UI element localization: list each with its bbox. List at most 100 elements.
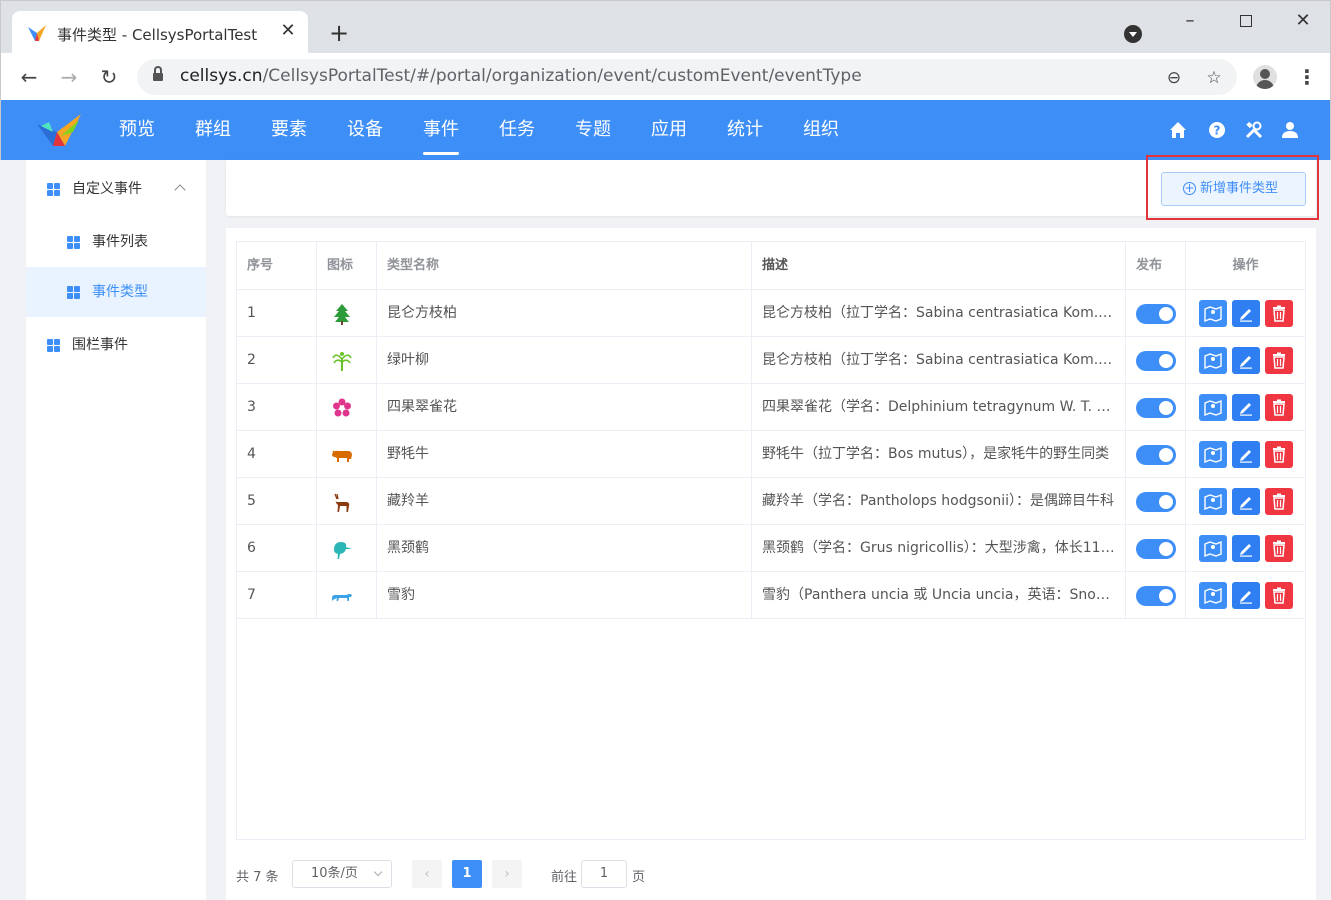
- map-location-button[interactable]: [1199, 488, 1227, 515]
- forward-icon[interactable]: →: [57, 65, 81, 89]
- new-tab-icon[interactable]: +: [327, 21, 351, 45]
- zoom-icon[interactable]: ⊖: [1163, 67, 1185, 89]
- maximize-icon[interactable]: [1232, 9, 1260, 33]
- row-desc: 四果翠雀花（学名：Delphinium tetragynum W. T. Wan…: [752, 384, 1126, 431]
- nav-topic[interactable]: 专题: [555, 100, 631, 160]
- bookmark-star-icon[interactable]: ☆: [1203, 67, 1225, 89]
- url-field[interactable]: cellsys.cn/CellsysPortalTest/#/portal/or…: [137, 59, 1237, 95]
- map-location-button[interactable]: [1199, 441, 1227, 468]
- svg-text:?: ?: [1214, 124, 1221, 138]
- row-index: 6: [237, 525, 317, 572]
- page-size-value: 10条/页: [311, 866, 358, 881]
- map-location-button[interactable]: [1199, 300, 1227, 327]
- browser-tab[interactable]: 事件类型 - CellsysPortalTest ✕: [12, 11, 308, 54]
- tools-icon[interactable]: [1244, 120, 1264, 140]
- sidebar-group-label: 围栏事件: [72, 337, 128, 353]
- actions-cell: [1186, 572, 1305, 619]
- nav-org[interactable]: 组织: [783, 100, 859, 160]
- browser-menu-icon[interactable]: ⋮: [1297, 65, 1317, 89]
- edit-button[interactable]: [1232, 488, 1260, 515]
- goto-label: 前往: [551, 870, 578, 885]
- edit-button[interactable]: [1232, 394, 1260, 421]
- delete-button[interactable]: [1265, 582, 1293, 609]
- grid-icon: [67, 236, 80, 249]
- window-close-icon[interactable]: ✕: [1289, 9, 1317, 33]
- nav-stats[interactable]: 统计: [707, 100, 783, 160]
- publish-cell: [1126, 431, 1186, 478]
- edit-button[interactable]: [1232, 300, 1260, 327]
- row-desc: 昆仑方枝柏（拉丁学名：Sabina centrasiatica Kom.）是柏科…: [752, 337, 1126, 384]
- column-header: 操作: [1232, 258, 1259, 273]
- home-icon[interactable]: [1168, 120, 1188, 140]
- goto-page-input[interactable]: 1: [581, 860, 627, 888]
- column-header: 序号: [237, 242, 317, 290]
- sidebar-group-fence-event[interactable]: 围栏事件: [26, 320, 206, 370]
- pagination-total: 共 7 条: [236, 870, 279, 885]
- table-row: 6 黑颈鹤 黑颈鹤（学名：Grus nigricollis）：大型涉禽，体长11…: [237, 525, 1305, 572]
- edit-button[interactable]: [1232, 535, 1260, 562]
- yak-icon: [332, 450, 352, 462]
- nav-task[interactable]: 任务: [479, 100, 555, 160]
- edit-button[interactable]: [1232, 582, 1260, 609]
- main-nav: 预览 群组 要素 设备 事件 任务 专题 应用 统计 组织: [99, 100, 859, 160]
- column-header: 发布: [1126, 242, 1186, 290]
- delete-button[interactable]: [1265, 300, 1293, 327]
- sidebar: 自定义事件 事件列表 事件类型 围栏事件: [26, 160, 206, 900]
- download-icon[interactable]: [1124, 25, 1142, 43]
- map-location-button[interactable]: [1199, 394, 1227, 421]
- map-location-button[interactable]: [1199, 535, 1227, 562]
- page-number-current[interactable]: 1: [452, 860, 482, 888]
- row-name: 昆仑方枝柏: [377, 290, 752, 337]
- publish-cell: [1126, 572, 1186, 619]
- map-location-button[interactable]: [1199, 582, 1227, 609]
- publish-toggle[interactable]: [1136, 586, 1176, 606]
- nav-preview[interactable]: 预览: [99, 100, 175, 160]
- profile-avatar-icon[interactable]: [1253, 65, 1277, 89]
- publish-toggle[interactable]: [1136, 351, 1176, 371]
- page-suffix-label: 页: [632, 870, 646, 885]
- next-page-button[interactable]: ›: [492, 860, 522, 888]
- publish-toggle[interactable]: [1136, 539, 1176, 559]
- help-icon[interactable]: ?: [1207, 120, 1227, 140]
- publish-toggle[interactable]: [1136, 492, 1176, 512]
- nav-app[interactable]: 应用: [631, 100, 707, 160]
- app-logo: [37, 114, 81, 146]
- flower-icon: [333, 398, 351, 417]
- back-icon[interactable]: ←: [17, 65, 41, 89]
- row-icon-cell: [317, 337, 377, 384]
- publish-cell: [1126, 478, 1186, 525]
- row-desc: 藏羚羊（学名：Pantholops hodgsonii）：是偶蹄目牛科: [752, 478, 1126, 525]
- sidebar-item-event-type[interactable]: 事件类型: [26, 267, 206, 317]
- nav-device[interactable]: 设备: [327, 100, 403, 160]
- prev-page-button[interactable]: ‹: [412, 860, 442, 888]
- row-name: 雪豹: [377, 572, 752, 619]
- tab-close-icon[interactable]: ✕: [278, 21, 298, 41]
- nav-event[interactable]: 事件: [403, 100, 479, 160]
- row-index: 5: [237, 478, 317, 525]
- nav-element[interactable]: 要素: [251, 100, 327, 160]
- publish-toggle[interactable]: [1136, 398, 1176, 418]
- delete-button[interactable]: [1265, 347, 1293, 374]
- column-header: 描述: [752, 242, 1126, 290]
- edit-button[interactable]: [1232, 347, 1260, 374]
- edit-button[interactable]: [1232, 441, 1260, 468]
- sidebar-item-event-list[interactable]: 事件列表: [26, 217, 206, 267]
- delete-button[interactable]: [1265, 441, 1293, 468]
- delete-button[interactable]: [1265, 394, 1293, 421]
- nav-group[interactable]: 群组: [175, 100, 251, 160]
- sidebar-group-custom-event[interactable]: 自定义事件: [26, 164, 206, 214]
- delete-button[interactable]: [1265, 488, 1293, 515]
- minimize-icon[interactable]: –: [1176, 9, 1204, 33]
- site-favicon-icon: [28, 25, 46, 41]
- user-icon[interactable]: [1280, 120, 1300, 140]
- publish-toggle[interactable]: [1136, 304, 1176, 324]
- publish-toggle[interactable]: [1136, 445, 1176, 465]
- delete-button[interactable]: [1265, 535, 1293, 562]
- address-bar: ← → ↻ cellsys.cn/CellsysPortalTest/#/por…: [0, 53, 1331, 100]
- row-icon-cell: [317, 572, 377, 619]
- map-location-button[interactable]: [1199, 347, 1227, 374]
- page-size-select[interactable]: 10条/页: [292, 860, 392, 888]
- table-row: 4 野牦牛 野牦牛（拉丁学名：Bos mutus），是家牦牛的野生同类: [237, 431, 1305, 478]
- reload-icon[interactable]: ↻: [97, 65, 121, 89]
- table-row: 1 昆仑方枝柏 昆仑方枝柏（拉丁学名：Sabina centrasiatica …: [237, 290, 1305, 337]
